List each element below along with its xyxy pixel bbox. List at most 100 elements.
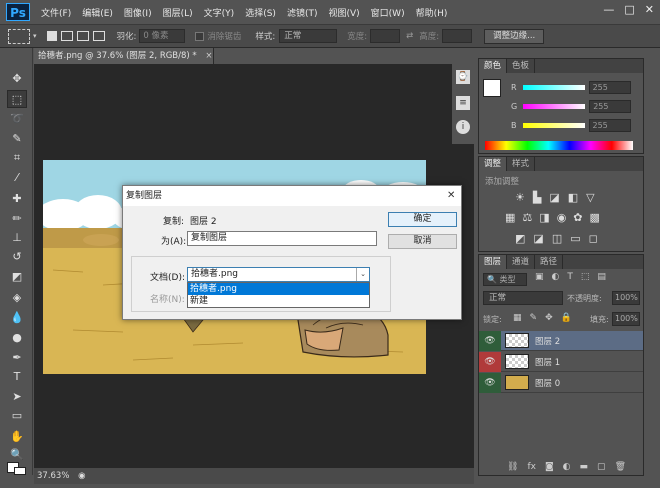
brightness-icon[interactable]: ☀ bbox=[515, 191, 525, 204]
dropdown-option-selected[interactable]: 拾穗者.png bbox=[188, 283, 369, 295]
channel-mixer-icon[interactable]: ✿ bbox=[573, 211, 582, 224]
eye-icon[interactable]: 👁 bbox=[479, 351, 501, 372]
menu-type[interactable]: 文字(Y) bbox=[204, 6, 235, 19]
layer-row[interactable]: 👁 图层 0 bbox=[479, 372, 643, 393]
adjustment-layer-icon[interactable]: ◐ bbox=[563, 462, 571, 472]
pen-tool-icon[interactable]: ✒ bbox=[7, 349, 27, 367]
red-channel-slider[interactable] bbox=[522, 85, 585, 90]
blue-channel-slider[interactable] bbox=[522, 123, 585, 128]
menu-image[interactable]: 图像(I) bbox=[124, 6, 152, 19]
antialias-checkbox[interactable] bbox=[195, 31, 205, 41]
tab-channels[interactable]: 通道 bbox=[507, 255, 536, 269]
lock-all-icon[interactable]: 🔒 bbox=[561, 313, 572, 323]
curves-icon[interactable]: ◪ bbox=[549, 191, 559, 204]
new-layer-icon[interactable]: ▢ bbox=[597, 462, 606, 472]
threshold-icon[interactable]: ◫ bbox=[552, 232, 562, 245]
marquee-tool-preset-icon[interactable] bbox=[8, 28, 30, 44]
menu-select[interactable]: 选择(S) bbox=[245, 6, 276, 19]
eye-icon[interactable]: 👁 bbox=[479, 372, 501, 393]
crop-tool-icon[interactable]: ⌗ bbox=[7, 149, 27, 167]
menu-layer[interactable]: 图层(L) bbox=[163, 6, 193, 19]
invert-icon[interactable]: ◩ bbox=[515, 232, 525, 245]
menu-edit[interactable]: 编辑(E) bbox=[82, 6, 113, 19]
dialog-title-bar[interactable]: 复制图层 bbox=[123, 186, 461, 206]
black-white-icon[interactable]: ◨ bbox=[539, 211, 549, 224]
intersect-selection-icon[interactable] bbox=[92, 31, 105, 41]
brush-tool-icon[interactable]: ✏ bbox=[7, 210, 27, 228]
document-tab-close-icon[interactable]: × bbox=[205, 51, 212, 61]
lock-pixels-icon[interactable]: ✎ bbox=[530, 313, 538, 323]
green-channel-value[interactable]: 255 bbox=[589, 100, 632, 113]
tab-swatches[interactable]: 色板 bbox=[507, 59, 536, 73]
subtract-selection-icon[interactable] bbox=[76, 31, 89, 41]
link-layers-icon[interactable]: ⛓ bbox=[507, 462, 518, 472]
lock-position-icon[interactable]: ✥ bbox=[545, 313, 553, 323]
dodge-tool-icon[interactable]: ● bbox=[7, 329, 27, 347]
layer-name[interactable]: 图层 2 bbox=[535, 335, 560, 347]
minimize-button[interactable]: — bbox=[603, 3, 614, 16]
chevron-down-icon[interactable]: ▾ bbox=[33, 32, 37, 40]
as-input[interactable]: 复制图层 bbox=[187, 231, 377, 246]
new-selection-icon[interactable] bbox=[46, 31, 57, 41]
tab-adjustments[interactable]: 调整 bbox=[479, 157, 508, 171]
feather-input[interactable]: 0 像素 bbox=[139, 29, 186, 43]
healing-brush-tool-icon[interactable]: ✚ bbox=[7, 190, 27, 208]
background-color-swatch[interactable] bbox=[14, 467, 26, 475]
tab-styles[interactable]: 样式 bbox=[507, 157, 536, 171]
fill-input[interactable]: 100% bbox=[612, 312, 640, 326]
selective-color-icon[interactable]: ◻ bbox=[589, 232, 598, 245]
close-window-button[interactable]: ✕ bbox=[645, 3, 654, 16]
eraser-tool-icon[interactable]: ◩ bbox=[7, 268, 27, 286]
document-tab[interactable]: 拾穗者.png @ 37.6% (图层 2, RGB/8) * × bbox=[34, 48, 214, 64]
photo-filter-icon[interactable]: ◉ bbox=[557, 211, 567, 224]
menu-help[interactable]: 帮助(H) bbox=[416, 6, 448, 19]
info-panel-icon[interactable]: i bbox=[456, 120, 470, 134]
history-panel-icon[interactable]: ⌚ bbox=[456, 70, 470, 84]
adjust-filter-icon[interactable]: ◐ bbox=[552, 272, 560, 282]
color-balance-icon[interactable]: ⚖ bbox=[522, 211, 532, 224]
refine-edge-button[interactable]: 调整边缘... bbox=[484, 28, 545, 44]
add-mask-icon[interactable]: ◙ bbox=[545, 462, 554, 472]
maximize-button[interactable]: □ bbox=[624, 3, 634, 16]
blue-channel-value[interactable]: 255 bbox=[588, 119, 631, 132]
lock-transparent-icon[interactable]: ▦ bbox=[513, 313, 522, 323]
style-select[interactable]: 正常 bbox=[279, 29, 338, 43]
swap-icon[interactable]: ⇄ bbox=[406, 31, 413, 41]
menu-window[interactable]: 窗口(W) bbox=[371, 6, 405, 19]
hue-saturation-icon[interactable]: ▦ bbox=[505, 211, 515, 224]
tab-color[interactable]: 颜色 bbox=[479, 59, 508, 73]
blur-tool-icon[interactable]: 💧 bbox=[7, 309, 27, 327]
status-info-icon[interactable]: ◉ bbox=[78, 471, 85, 481]
vibrance-icon[interactable]: ▽ bbox=[586, 191, 594, 204]
zoom-level[interactable]: 37.63% bbox=[37, 471, 69, 481]
move-tool-icon[interactable]: ✥ bbox=[7, 70, 27, 88]
lasso-tool-icon[interactable]: ➰ bbox=[7, 110, 27, 128]
properties-panel-icon[interactable]: ≡ bbox=[456, 96, 470, 110]
layer-filter-select[interactable]: 🔍 类型 bbox=[483, 273, 527, 286]
quick-select-tool-icon[interactable]: ✎ bbox=[7, 130, 27, 148]
new-group-icon[interactable]: ▬ bbox=[580, 462, 589, 472]
type-tool-icon[interactable]: T bbox=[7, 368, 27, 386]
eyedropper-tool-icon[interactable]: ⁄ bbox=[7, 169, 27, 187]
layer-row[interactable]: 👁 图层 1 bbox=[479, 351, 643, 372]
gradient-map-icon[interactable]: ▭ bbox=[570, 232, 580, 245]
width-input[interactable] bbox=[370, 29, 401, 43]
height-input[interactable] bbox=[442, 29, 473, 43]
paint-bucket-tool-icon[interactable]: ◈ bbox=[7, 289, 27, 307]
cancel-button[interactable]: 取消 bbox=[388, 234, 457, 249]
exposure-icon[interactable]: ◧ bbox=[568, 191, 578, 204]
dialog-close-button[interactable]: ✕ bbox=[447, 190, 455, 201]
color-lookup-icon[interactable]: ▩ bbox=[590, 211, 600, 224]
document-select[interactable]: 拾穗者.png ⌄ bbox=[187, 267, 370, 282]
smart-filter-icon[interactable]: ▤ bbox=[597, 272, 606, 282]
add-selection-icon[interactable] bbox=[60, 31, 73, 41]
hand-tool-icon[interactable]: ✋ bbox=[7, 428, 27, 446]
ok-button[interactable]: 确定 bbox=[388, 212, 457, 227]
fx-icon[interactable]: fx bbox=[527, 462, 536, 472]
opacity-input[interactable]: 100% bbox=[612, 291, 640, 305]
type-filter-icon[interactable]: T bbox=[567, 272, 573, 282]
marquee-tool-icon[interactable]: ⬚ bbox=[7, 90, 27, 108]
rectangle-tool-icon[interactable]: ▭ bbox=[7, 407, 27, 425]
foreground-color-preview[interactable] bbox=[483, 79, 501, 97]
chevron-down-icon[interactable]: ⌄ bbox=[356, 268, 369, 281]
